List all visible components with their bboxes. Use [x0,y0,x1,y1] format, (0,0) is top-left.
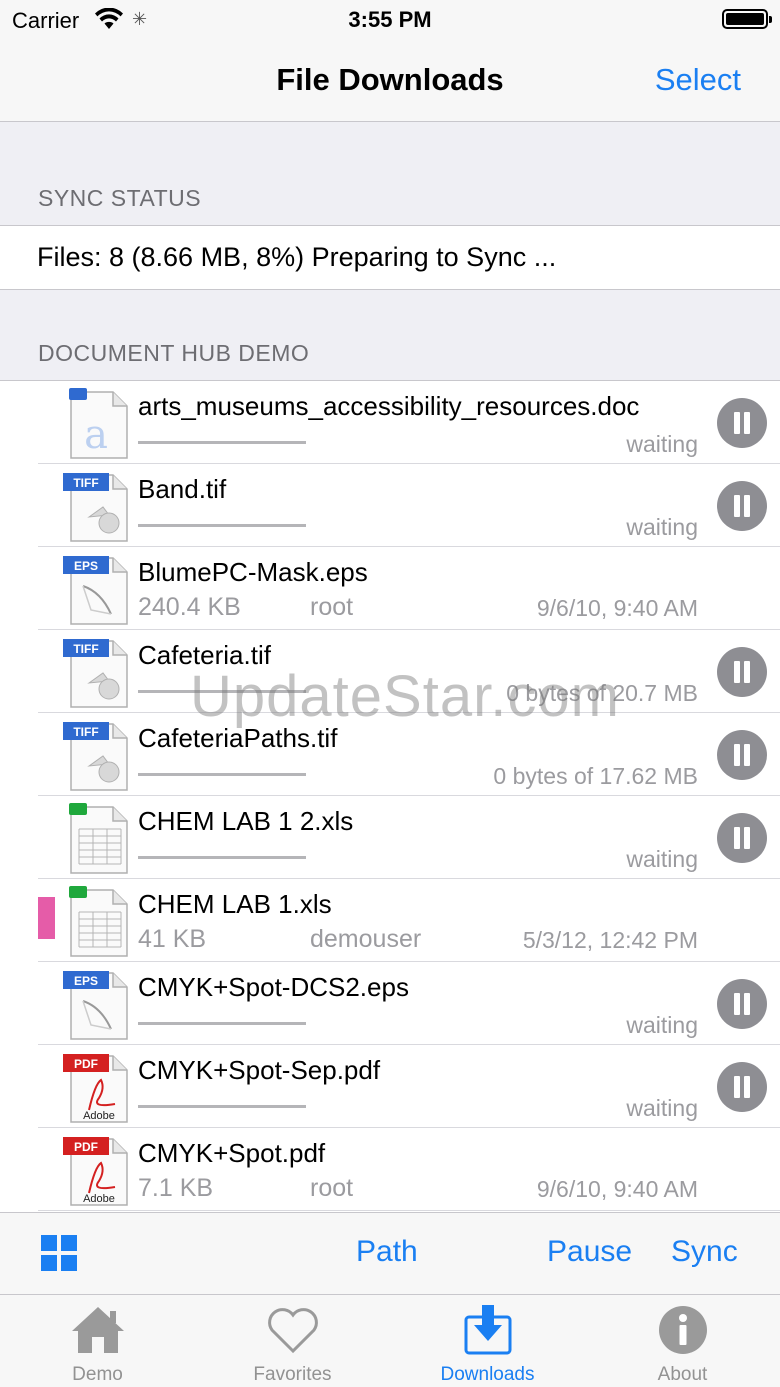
progress-bar [138,524,306,527]
pause-download-button[interactable] [717,813,767,863]
file-row[interactable]: CHEM LAB 1.xls 41 KB demouser 5/3/12, 12:42… [0,879,780,962]
progress-bar [138,1022,306,1025]
document-hub-header: DOCUMENT HUB DEMO [38,340,310,366]
file-row[interactable]: CHEM LAB 1 2.xls waiting [0,796,780,879]
download-status: waiting [626,1095,698,1121]
progress-bar [138,1105,306,1108]
svg-text:a: a [84,412,108,458]
sync-status-row: Files: 8 (8.66 MB, 8%) Preparing to Sync… [0,225,780,290]
sync-button[interactable]: Sync [671,1235,738,1269]
svg-text:TIFF: TIFF [73,476,98,490]
file-row[interactable]: TIFF Band.tif waiting [0,464,780,547]
file-name: CMYK+Spot-DCS2.eps [138,972,409,1002]
xls-file-icon [69,886,128,957]
progress-bar [138,773,306,776]
bottom-toolbar: Path Pause Sync [0,1212,780,1294]
svg-text:TIFF: TIFF [73,642,98,656]
file-date: 9/6/10, 9:40 AM [536,1176,698,1202]
svg-text:EPS: EPS [74,559,98,573]
battery-icon [722,9,772,29]
grid-view-icon[interactable] [41,1235,77,1271]
download-status: waiting [626,431,698,457]
download-status: 0 bytes of 17.62 MB [493,763,698,789]
file-size: 7.1 KB [138,1174,214,1202]
path-button[interactable]: Path [356,1235,418,1269]
pause-download-button[interactable] [717,730,767,780]
status-time: 3:55 PM [348,7,432,32]
progress-bar [138,856,306,859]
file-row[interactable]: PDF Adobe CMYK+Spot-Sep.pdf waiting [0,1045,780,1128]
file-name: CHEM LAB 1 2.xls [138,806,354,836]
sync-status-text: Files: 8 (8.66 MB, 8%) Preparing to Sync… [37,242,557,272]
svg-text:TIFF: TIFF [73,725,98,739]
tab-label: Favorites [253,1364,332,1385]
download-tray-icon [464,1305,512,1355]
tab-label: Demo [72,1364,123,1385]
file-size: 41 KB [138,925,207,953]
tab-about[interactable]: About [585,1295,780,1387]
progress-bar [138,441,306,444]
pdf-file-icon: PDF Adobe [63,1054,128,1123]
svg-text:PDF: PDF [74,1057,98,1071]
file-owner: root [310,593,354,621]
file-date: 9/6/10, 9:40 AM [536,595,698,621]
file-row[interactable]: a arts_museums_accessibility_resources.do… [0,381,780,464]
file-row[interactable]: EPS BlumePC-Mask.eps 240.4 KB root 9/6/10, 9… [0,547,780,630]
file-name: CHEM LAB 1.xls [138,889,332,919]
house-icon [72,1307,124,1353]
tiff-file-icon: TIFF [63,473,128,542]
svg-text:Adobe: Adobe [83,1193,115,1205]
tab-demo[interactable]: Demo [0,1295,195,1387]
tiff-file-icon: TIFF [63,722,128,791]
pdf-file-icon: PDF Adobe [63,1137,128,1206]
doc-file-icon: a [69,388,128,459]
file-row[interactable]: EPS CMYK+Spot-DCS2.eps waiting [0,962,780,1045]
heart-icon [268,1308,318,1354]
watermark: UpdateStar.com [190,664,620,729]
navigation-bar: File Downloads Select [0,40,780,122]
pause-download-button[interactable] [717,1062,767,1112]
pause-download-button[interactable] [717,398,767,448]
pause-download-button[interactable] [717,979,767,1029]
download-status: waiting [626,514,698,540]
download-status: waiting [626,1012,698,1038]
file-name: CMYK+Spot-Sep.pdf [138,1055,381,1085]
pause-download-button[interactable] [717,647,767,697]
color-tag-marker [38,897,55,939]
svg-text:Adobe: Adobe [83,1110,115,1122]
tab-downloads[interactable]: Downloads [390,1295,585,1387]
file-list: a arts_museums_accessibility_resources.do… [0,380,780,1212]
xls-file-icon [69,803,128,874]
file-date: 5/3/12, 12:42 PM [522,927,698,953]
tiff-file-icon: TIFF [63,639,128,708]
status-bar: Carrier ✳ 3:55 PM [0,0,780,40]
eps-file-icon: EPS [63,971,128,1040]
file-owner: root [310,1174,354,1202]
tab-label: Downloads [440,1364,535,1385]
file-row[interactable]: PDF Adobe CMYK+Spot.pdf 7.1 KB root 9/6/10, 9… [0,1128,780,1211]
sync-status-header: SYNC STATUS [38,185,202,211]
download-status: waiting [626,846,698,872]
file-name: CMYK+Spot.pdf [138,1138,326,1168]
tab-label: About [657,1364,708,1385]
eps-file-icon: EPS [63,556,128,625]
tab-favorites[interactable]: Favorites [195,1295,390,1387]
svg-text:PDF: PDF [74,1140,98,1154]
pause-download-button[interactable] [717,481,767,531]
info-icon [659,1306,707,1354]
file-owner: demouser [310,925,422,953]
select-button[interactable]: Select [655,62,741,98]
pause-all-button[interactable]: Pause [547,1235,632,1269]
tab-bar: Demo Favorites Downloads About [0,1294,780,1387]
file-name: BlumePC-Mask.eps [138,557,368,587]
file-name: arts_museums_accessibility_resources.doc [138,391,640,421]
svg-text:EPS: EPS [74,974,98,988]
row-separator [38,1210,780,1211]
file-size: 240.4 KB [138,593,241,621]
file-name: Band.tif [138,474,227,504]
